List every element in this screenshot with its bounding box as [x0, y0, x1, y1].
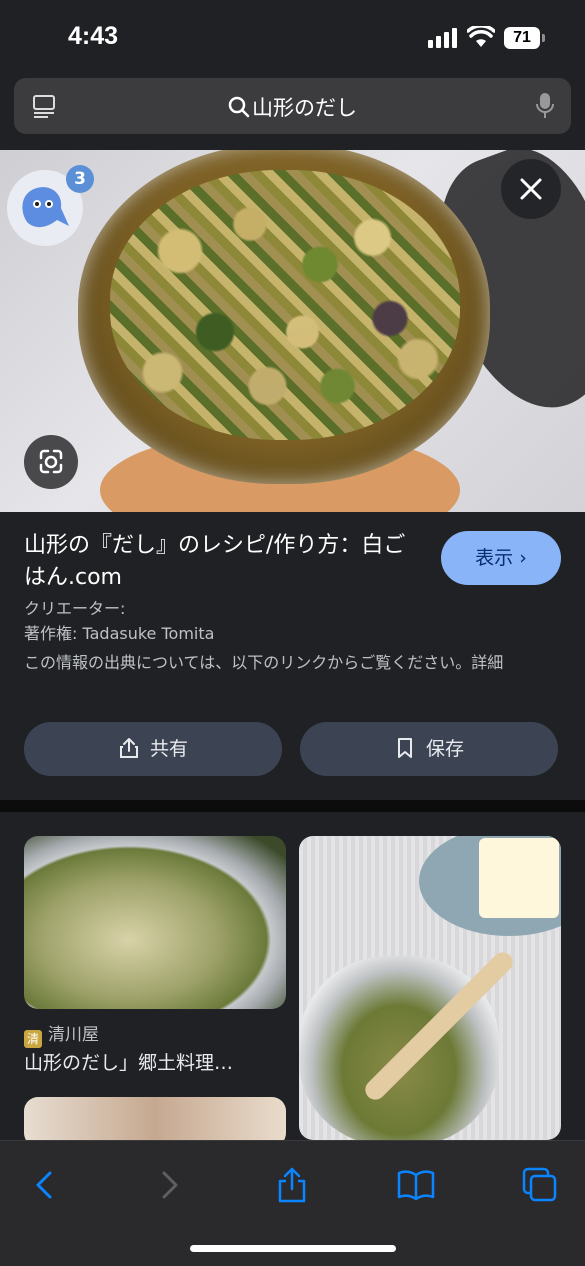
address-bar[interactable]: 山形のだし	[14, 78, 571, 134]
lens-icon	[39, 449, 63, 474]
related-image-2[interactable]	[299, 836, 561, 1140]
source-note[interactable]: この情報の出典については、以下のリンクからご覧ください。詳細	[24, 650, 564, 675]
result-title[interactable]: 山形の『だし』のレシピ/作り方：白ごはん.com	[24, 530, 424, 594]
visit-button[interactable]: 表示 ›	[441, 531, 561, 585]
related-source-name: 清川屋	[48, 1025, 99, 1045]
search-icon	[228, 96, 250, 118]
tabs-icon[interactable]	[520, 1165, 560, 1205]
wifi-icon	[467, 26, 495, 47]
related-image-1[interactable]	[24, 836, 286, 1009]
save-label: 保存	[425, 738, 464, 760]
share-icon	[119, 738, 138, 758]
related-source[interactable]: 清清川屋	[24, 1020, 99, 1048]
close-icon	[520, 178, 542, 200]
close-button[interactable]	[501, 159, 561, 219]
bookmarks-icon[interactable]	[396, 1165, 436, 1205]
microphone-icon[interactable]	[535, 92, 555, 120]
save-button[interactable]: 保存	[300, 722, 558, 776]
copyright-label: 著作権: Tadasuke Tomita	[24, 624, 215, 643]
section-divider	[0, 800, 585, 812]
back-icon[interactable]	[24, 1165, 64, 1205]
lens-search-button[interactable]	[24, 435, 78, 489]
battery-indicator: 71	[504, 27, 545, 49]
home-indicator	[190, 1245, 396, 1252]
share-icon[interactable]	[272, 1165, 312, 1205]
site-favicon-icon: 清	[24, 1030, 42, 1048]
forward-icon[interactable]	[150, 1165, 190, 1205]
cellular-signal-icon	[428, 28, 457, 48]
notification-count-badge: 3	[66, 165, 94, 193]
search-query[interactable]: 山形のだし	[14, 92, 571, 122]
related-title[interactable]: 山形のだし」郷土料理…	[24, 1048, 233, 1075]
share-label: 共有	[149, 738, 188, 760]
status-bar: 4:43 71	[0, 0, 585, 72]
share-button[interactable]: 共有	[24, 722, 282, 776]
creator-label: クリエーター:	[24, 599, 126, 618]
bookmark-icon	[397, 738, 412, 758]
image-tofu	[479, 838, 559, 918]
image-dashi-vegetables	[110, 170, 460, 440]
search-query-text: 山形のだし	[252, 96, 357, 120]
status-time: 4:43	[68, 22, 119, 50]
result-image[interactable]	[0, 150, 585, 512]
